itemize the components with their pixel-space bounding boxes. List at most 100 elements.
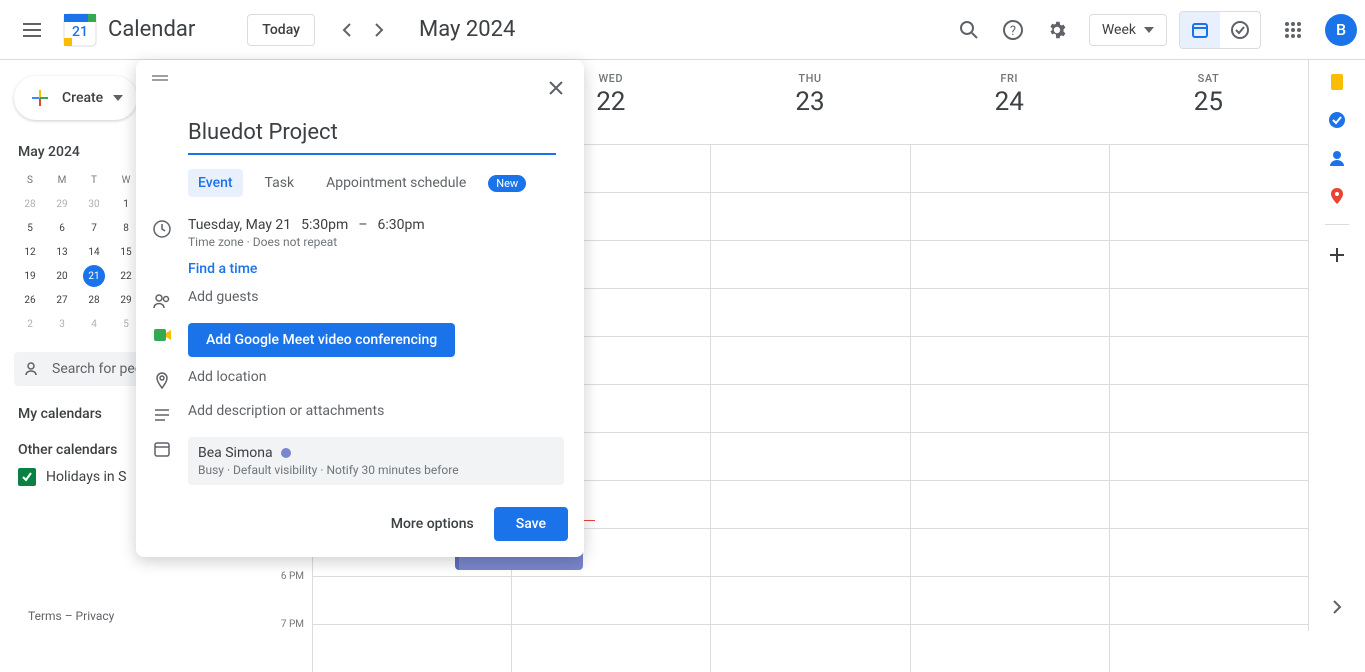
grid-cell[interactable] xyxy=(1109,289,1308,336)
next-week-button[interactable] xyxy=(363,14,395,46)
account-avatar[interactable]: B xyxy=(1325,14,1357,46)
grid-cell[interactable] xyxy=(1109,385,1308,432)
mini-cal-day[interactable]: 28 xyxy=(78,288,110,312)
event-end-time[interactable]: 6:30pm xyxy=(378,217,425,233)
grid-cell[interactable] xyxy=(910,145,1109,192)
organizer-box[interactable]: Bea Simona Busy · Default visibility · N… xyxy=(188,437,564,485)
add-meet-button[interactable]: Add Google Meet video conferencing xyxy=(188,323,455,357)
mini-cal-day[interactable]: 4 xyxy=(78,312,110,336)
grid-cell[interactable] xyxy=(1109,481,1308,528)
grid-cell[interactable] xyxy=(910,577,1109,624)
mini-cal-day[interactable]: 19 xyxy=(14,264,46,288)
repeat-link[interactable]: Does not repeat xyxy=(253,235,338,249)
grid-cell[interactable] xyxy=(910,529,1109,576)
modal-tabs: Event Task Appointment schedule New xyxy=(188,169,568,197)
mini-cal-day[interactable]: 28 xyxy=(14,192,46,216)
grid-cell[interactable] xyxy=(910,337,1109,384)
mini-cal-day[interactable]: 2 xyxy=(14,312,46,336)
grid-cell[interactable] xyxy=(710,481,909,528)
mini-cal-day[interactable]: 5 xyxy=(14,216,46,240)
mini-cal-day[interactable]: 30 xyxy=(78,192,110,216)
main-menu-button[interactable] xyxy=(8,6,56,54)
today-button[interactable]: Today xyxy=(247,14,315,46)
grid-cell[interactable] xyxy=(710,577,909,624)
prev-week-button[interactable] xyxy=(331,14,363,46)
grid-cell[interactable] xyxy=(910,625,1109,672)
add-description-input[interactable]: Add description or attachments xyxy=(188,403,568,419)
footer-links[interactable]: Terms – Privacy xyxy=(28,609,114,623)
mini-cal-day[interactable]: 14 xyxy=(78,240,110,264)
close-modal-button[interactable] xyxy=(540,72,572,104)
day-header[interactable]: FRI24 xyxy=(910,60,1109,144)
grid-cell[interactable] xyxy=(710,289,909,336)
event-date[interactable]: Tuesday, May 21 xyxy=(188,217,291,233)
calendar-logo[interactable]: 21 xyxy=(60,10,100,50)
grid-cell[interactable] xyxy=(710,241,909,288)
grid-cell[interactable] xyxy=(1109,241,1308,288)
mini-cal-day[interactable]: 6 xyxy=(46,216,78,240)
mini-cal-day[interactable]: 12 xyxy=(14,240,46,264)
grid-cell[interactable] xyxy=(910,481,1109,528)
grid-cell[interactable] xyxy=(1109,193,1308,240)
settings-button[interactable] xyxy=(1037,10,1077,50)
grid-cell[interactable] xyxy=(511,577,710,624)
day-header[interactable]: THU23 xyxy=(710,60,909,144)
keep-icon[interactable] xyxy=(1327,72,1347,92)
event-title-input[interactable] xyxy=(188,116,556,155)
tab-event[interactable]: Event xyxy=(188,169,243,197)
grid-cell[interactable] xyxy=(1109,337,1308,384)
save-button[interactable]: Save xyxy=(494,507,568,541)
mini-cal-day[interactable]: 27 xyxy=(46,288,78,312)
grid-cell[interactable] xyxy=(1109,529,1308,576)
search-button[interactable] xyxy=(949,10,989,50)
mini-cal-day[interactable]: 26 xyxy=(14,288,46,312)
grid-cell[interactable] xyxy=(1109,145,1308,192)
create-button[interactable]: Create xyxy=(14,76,137,120)
more-options-button[interactable]: More options xyxy=(391,516,474,532)
grid-cell[interactable] xyxy=(910,193,1109,240)
mini-cal-day[interactable]: 20 xyxy=(46,264,78,288)
grid-cell[interactable] xyxy=(710,145,909,192)
grid-cell[interactable] xyxy=(910,385,1109,432)
grid-cell[interactable] xyxy=(710,337,909,384)
day-header[interactable]: SAT25 xyxy=(1109,60,1308,144)
add-guests-input[interactable]: Add guests xyxy=(188,289,568,305)
grid-cell[interactable] xyxy=(710,433,909,480)
grid-cell[interactable] xyxy=(710,385,909,432)
grid-cell[interactable] xyxy=(312,577,511,624)
tasks-icon[interactable] xyxy=(1327,110,1347,130)
tab-task[interactable]: Task xyxy=(255,169,305,197)
contacts-icon[interactable] xyxy=(1327,148,1347,168)
calendar-view-toggle[interactable] xyxy=(1180,12,1220,48)
grid-cell[interactable] xyxy=(910,433,1109,480)
drag-handle[interactable] xyxy=(148,72,172,104)
mini-cal-day[interactable]: 29 xyxy=(46,192,78,216)
side-panel-collapse-button[interactable] xyxy=(1327,597,1347,617)
grid-cell[interactable] xyxy=(910,241,1109,288)
grid-cell[interactable] xyxy=(1109,433,1308,480)
mini-cal-dow: T xyxy=(78,168,110,192)
add-location-input[interactable]: Add location xyxy=(188,369,568,385)
google-apps-button[interactable] xyxy=(1273,10,1313,50)
grid-cell[interactable] xyxy=(710,529,909,576)
grid-cell[interactable] xyxy=(511,625,710,672)
tasks-view-toggle[interactable] xyxy=(1220,12,1260,48)
event-start-time[interactable]: 5:30pm xyxy=(301,217,348,233)
grid-cell[interactable] xyxy=(1109,625,1308,672)
grid-cell[interactable] xyxy=(710,625,909,672)
mini-cal-day[interactable]: 7 xyxy=(78,216,110,240)
mini-cal-day[interactable]: 3 xyxy=(46,312,78,336)
mini-cal-day[interactable]: 13 xyxy=(46,240,78,264)
timezone-link[interactable]: Time zone xyxy=(188,235,244,249)
grid-cell[interactable] xyxy=(710,193,909,240)
grid-cell[interactable] xyxy=(910,289,1109,336)
grid-cell[interactable] xyxy=(312,625,511,672)
mini-cal-day[interactable]: 21 xyxy=(78,264,110,288)
help-button[interactable]: ? xyxy=(993,10,1033,50)
tab-appointment[interactable]: Appointment schedule xyxy=(316,169,476,197)
add-addon-button[interactable] xyxy=(1325,243,1349,267)
view-selector[interactable]: Week xyxy=(1089,14,1167,46)
find-time-button[interactable]: Find a time xyxy=(188,261,257,277)
maps-icon[interactable] xyxy=(1327,186,1347,206)
grid-cell[interactable] xyxy=(1109,577,1308,624)
